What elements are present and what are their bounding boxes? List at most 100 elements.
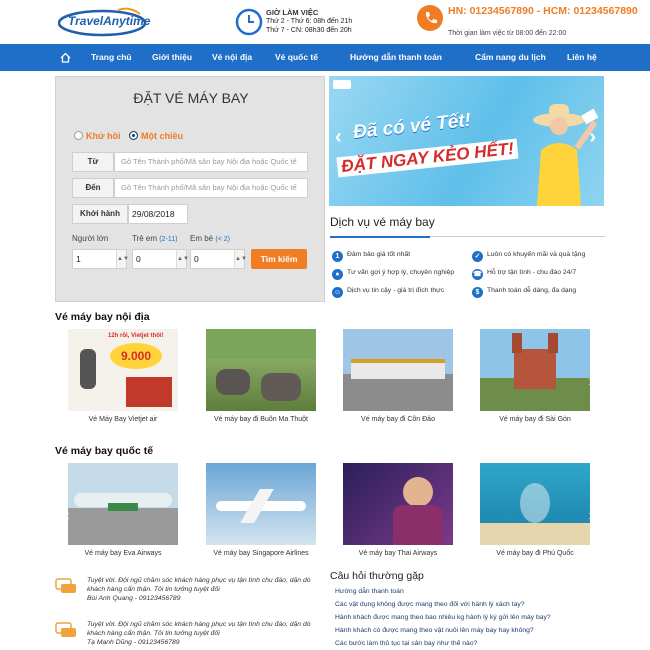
service-text: Đảm bảo giá tốt nhất — [347, 251, 411, 258]
prev-arrow-icon[interactable]: ‹ — [335, 126, 342, 149]
working-hours: GIỜ LÀM VIỆC Thứ 2 - Thứ 6: 08h đến 21h … — [266, 8, 352, 35]
card-caption[interactable]: Vé máy bay đi Sài Gòn — [480, 416, 590, 423]
prev-arrow-icon[interactable]: ‹ — [60, 372, 74, 392]
traveler-girl-image — [533, 104, 599, 206]
child-note: (2-11) — [159, 236, 178, 243]
round-trip-radio[interactable]: Khứ hồi — [74, 131, 121, 141]
logo-text: TravelAnytime — [68, 14, 151, 28]
thumbs-up-icon: ✓ — [472, 251, 483, 262]
domestic-card[interactable]: Vé máy bay đi Buôn Ma Thuột — [206, 329, 316, 423]
to-input[interactable]: Gõ Tên Thành phố/Mã sân bay Nội địa hoặc… — [114, 178, 308, 198]
nav-item-international[interactable]: Vé quốc tế — [275, 44, 318, 71]
nav-item-travel-guide[interactable]: Cẩm nang du lịch — [475, 44, 546, 71]
testimonial-author: Bùi Anh Quang - 09123456789 — [87, 595, 181, 602]
nav-item-domestic[interactable]: Vé nội địa — [212, 44, 252, 71]
radio-off-icon — [74, 131, 83, 140]
booking-form: ĐẶT VÉ MÁY BAY Khứ hồi Một chiều Từ Gõ T… — [55, 76, 325, 302]
domestic-card[interactable]: 12h rồi, Vietjet thôi! 9.000 Vé Máy Bay … — [68, 329, 178, 423]
domestic-card[interactable]: Vé máy bay đi Côn Đảo — [343, 329, 453, 423]
service-trust: ☺ Dịch vụ tin cậy - giá trị đích thực — [332, 287, 444, 298]
next-arrow-icon[interactable]: › — [589, 126, 596, 149]
infant-value: 0 — [194, 254, 199, 264]
adult-select[interactable]: 1 ▲▼ — [72, 249, 129, 269]
chat-bubble-icon — [55, 578, 76, 593]
child-select[interactable]: 0 ▲▼ — [132, 249, 189, 269]
singapore-airlines-image — [206, 463, 316, 545]
one-way-radio[interactable]: Một chiều — [129, 131, 183, 141]
international-section-title: Vé máy bay quốc tế — [55, 445, 154, 457]
search-button[interactable]: Tìm kiếm — [251, 249, 307, 269]
international-card[interactable]: Vé máy bay Thai Airways — [343, 463, 453, 557]
service-text: Luôn có khuyến mãi và quà tặng — [487, 251, 586, 258]
phu-quoc-image — [480, 463, 590, 545]
stepper-arrows-icon[interactable]: ▲▼ — [116, 250, 129, 268]
domestic-card[interactable]: Vé máy bay đi Sài Gòn — [480, 329, 590, 423]
nav-item-home[interactable]: Trang chủ — [91, 44, 132, 71]
adult-value: 1 — [76, 254, 81, 264]
booking-title: ĐẶT VÉ MÁY BAY — [133, 90, 249, 106]
infant-note: (< 2) — [215, 236, 230, 243]
infant-label: Em bé (< 2) — [190, 234, 230, 243]
service-best-price: 1 Đảm bảo giá tốt nhất — [332, 251, 410, 262]
testimonial-text: Tuyệt vời. Đội ngũ chăm sóc khách hàng p… — [87, 620, 327, 647]
nav-item-contact[interactable]: Liên hệ — [567, 44, 597, 71]
depart-label: Khởi hành — [72, 204, 128, 224]
service-support: ☎ Hỗ trợ tận tình - chu đáo 24/7 — [472, 269, 576, 280]
nav-item-about[interactable]: Giới thiệu — [152, 44, 192, 71]
service-text: Thanh toán dễ dàng, đa dạng — [487, 287, 577, 294]
service-text: Dịch vụ tin cậy - giá trị đích thực — [347, 287, 445, 294]
service-consulting: ● Tư vấn gợi ý hợp lý, chuyên nghiệp — [332, 269, 454, 280]
service-text: Tư vấn gợi ý hợp lý, chuyên nghiệp — [347, 269, 455, 276]
worktime: Thời gian làm việc từ 08:00 đến 22:00 — [448, 30, 567, 37]
card-caption[interactable]: Vé máy bay đi Buôn Ma Thuột — [206, 416, 316, 423]
home-icon[interactable] — [60, 44, 71, 71]
faq-item[interactable]: Hành khách được mang theo bao nhiêu kg h… — [335, 614, 551, 621]
hotline[interactable]: HN: 01234567890 - HCM: 01234567890 — [448, 5, 648, 17]
prev-arrow-icon[interactable]: ‹ — [60, 506, 74, 526]
radio-on-icon — [129, 131, 138, 140]
banner-cta: ĐẶT NGAY KẺO HẾT! — [336, 138, 519, 178]
depart-date-input[interactable]: 29/08/2018 — [128, 204, 188, 224]
next-arrow-icon[interactable]: › — [584, 372, 598, 392]
promo-banner[interactable]: Đã có vé Tết! ĐẶT NGAY KẺO HẾT! ‹ › — [329, 76, 604, 206]
card-caption[interactable]: Vé máy bay đi Côn Đảo — [343, 416, 453, 423]
smile-icon: ☺ — [332, 287, 343, 298]
child-label: Trẻ em (2-11) — [132, 234, 177, 243]
faq-item[interactable]: Hướng dẫn thanh toán — [335, 588, 404, 595]
faq-item[interactable]: Hành khách có được mang theo vật nuôi lê… — [335, 627, 534, 634]
faq-item[interactable]: Các vật dụng không được mang theo đối vớ… — [335, 601, 525, 608]
number-one-icon: 1 — [332, 251, 343, 262]
card-caption[interactable]: Vé máy bay Singapore Airlines — [206, 550, 316, 557]
card-caption[interactable]: Vé máy bay đi Phú Quốc — [480, 550, 590, 557]
stepper-arrows-icon[interactable]: ▲▼ — [234, 250, 247, 268]
card-caption[interactable]: Vé máy bay Eva Airways — [68, 550, 178, 557]
saigon-cathedral-image — [480, 329, 590, 411]
round-trip-label: Khứ hồi — [86, 131, 121, 141]
infant-select[interactable]: 0 ▲▼ — [190, 249, 247, 269]
hours-weekend: Thứ 7 - CN: 08h30 đến 20h — [266, 27, 352, 34]
testimonial-quote: Tuyệt vời. Đội ngũ chăm sóc khách hàng p… — [87, 621, 311, 637]
main-nav: Trang chủ Giới thiệu Vé nội địa Vé quốc … — [0, 44, 650, 71]
adult-label: Người lớn — [72, 234, 108, 243]
nav-item-payment-guide[interactable]: Hướng dẫn thanh toán — [350, 44, 442, 71]
international-card[interactable]: Vé máy bay Eva Airways — [68, 463, 178, 557]
card-caption[interactable]: Vé máy bay Thai Airways — [343, 550, 453, 557]
service-payment: $ Thanh toán dễ dàng, đa dạng — [472, 287, 576, 298]
testimonial-author: Tạ Mạnh Dũng - 09123456789 — [87, 639, 180, 646]
international-card[interactable]: Vé máy bay đi Phú Quốc — [480, 463, 590, 557]
clock-icon — [235, 8, 263, 36]
services-title: Dịch vụ vé máy bay — [330, 215, 435, 229]
faq-item[interactable]: Các bước làm thủ tục tại sân bay như thế… — [335, 640, 477, 647]
international-card[interactable]: Vé máy bay Singapore Airlines — [206, 463, 316, 557]
eva-airways-image — [68, 463, 178, 545]
banner-headline: Đã có vé Tết! — [352, 109, 472, 144]
logo[interactable]: TravelAnytime — [58, 6, 151, 37]
one-way-label: Một chiều — [141, 131, 183, 141]
hours-title: GIỜ LÀM VIỆC — [266, 8, 319, 17]
next-arrow-icon[interactable]: › — [584, 506, 598, 526]
from-input[interactable]: Gõ Tên Thành phố/Mã sân bay Nội địa hoặc… — [114, 152, 308, 172]
card-caption[interactable]: Vé Máy Bay Vietjet air — [68, 416, 178, 423]
support-icon: ☎ — [472, 269, 483, 280]
con-dao-airport-image — [343, 329, 453, 411]
stepper-arrows-icon[interactable]: ▲▼ — [176, 250, 189, 268]
